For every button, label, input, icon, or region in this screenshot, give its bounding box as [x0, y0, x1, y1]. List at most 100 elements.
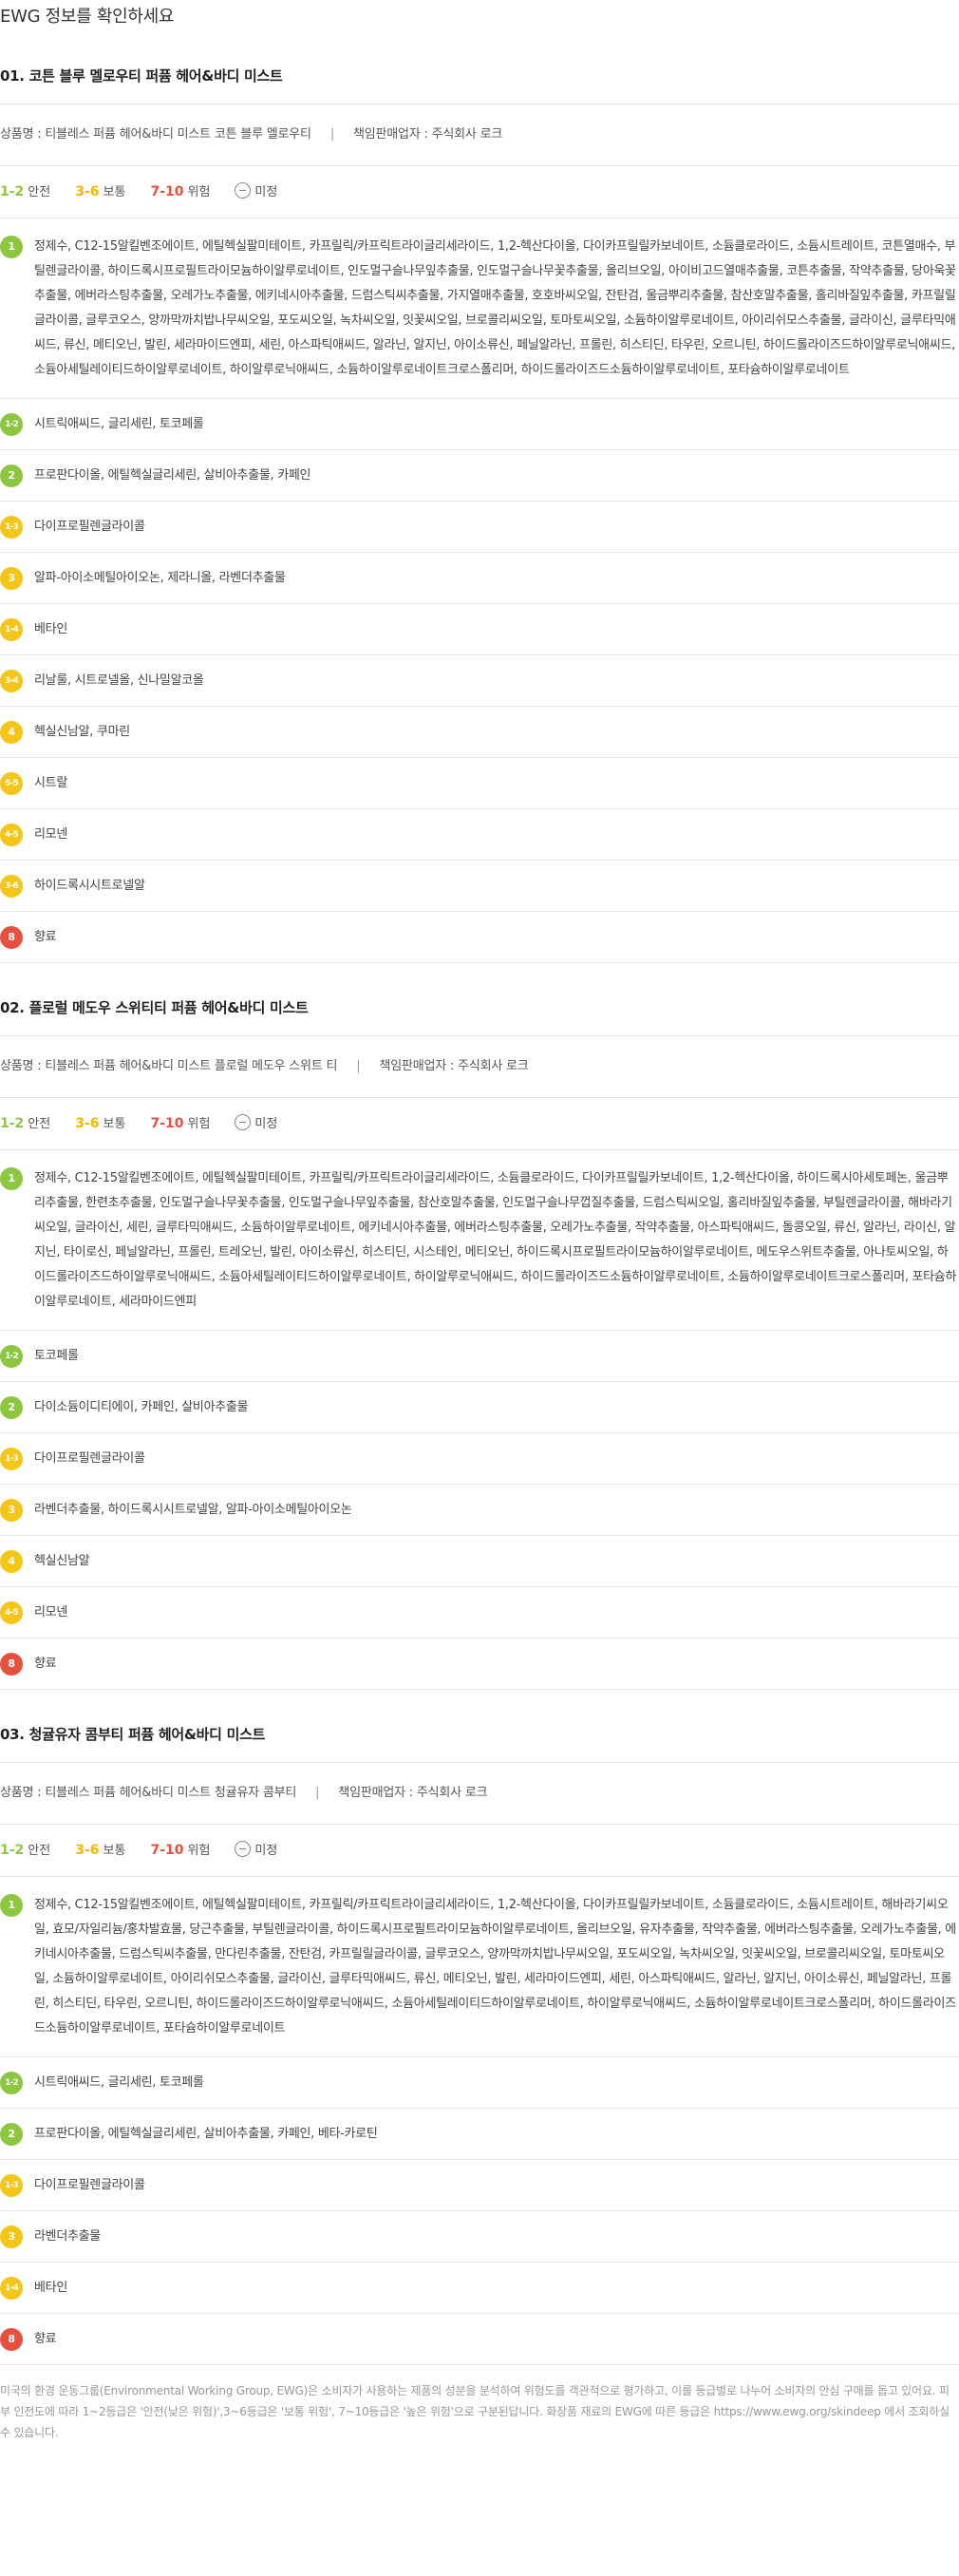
ingredient-list: 정제수, C12-15알킬벤조에이트, 에틸헥실팔미테이트, 카프릴릭/카프릭트…: [34, 1898, 956, 2036]
minus-circle-icon: [235, 182, 252, 199]
legend-safe-label: 안전: [28, 185, 51, 199]
ingredient-list: 베타인: [34, 2281, 67, 2295]
product-title: 03. 청귤유자 콤부티 퍼퓸 헤어&바디 미스트: [0, 1726, 266, 1743]
ingredient-list: 향료: [34, 2332, 57, 2346]
legend-unknown: 미정: [235, 1099, 277, 1150]
product-name: 상품명 : 티블레스 퍼퓸 헤어&바디 미스트 청귤유자 콤부티: [0, 1786, 297, 1800]
ingredient-row: 2 다이소듐이디티에이, 카페인, 살비아추출물: [0, 1382, 959, 1433]
ingredient-row: 1-3 다이프로필렌글라이콜: [0, 1433, 959, 1485]
legend-high-range: 7-10: [150, 1116, 184, 1131]
ingredient-list: 시트릭애씨드, 글리세린, 토코페롤: [34, 417, 204, 431]
legend-high-range: 7-10: [150, 184, 184, 199]
product-seller: 책임판매업자 : 주식회사 로크: [379, 1059, 529, 1073]
grade-badge: 1: [0, 236, 23, 258]
grade-badge: 3: [0, 567, 23, 590]
grade-badge: 4: [0, 1550, 23, 1573]
grade-badge: 3-4: [0, 670, 23, 692]
ingredient-row: 1-3 다이프로필렌글라이콜: [0, 502, 959, 553]
ingredient-list: 프로판다이올, 에틸헥실글리세린, 살비아추출물, 카페인: [34, 468, 311, 483]
grade-badge: 1-3: [0, 516, 23, 539]
ingredient-row: 3-4 리날룰, 시트로넬올, 신나밀알코올: [0, 655, 959, 707]
ingredient-row: 1-4 베타인: [0, 604, 959, 655]
grade-badge: 5-5: [0, 772, 23, 795]
product-info: 상품명 : 티블레스 퍼퓸 헤어&바디 미스트 플로럴 메도우 스위트 티 | 책임…: [0, 1035, 959, 1098]
minus-circle-icon: [235, 1841, 252, 1857]
ingredient-list: 향료: [34, 930, 57, 944]
legend-high: 7-10 위험: [150, 1098, 210, 1150]
ingredient-list: 다이소듐이디티에이, 카페인, 살비아추출물: [34, 1400, 249, 1414]
ingredient-row: 1 정제수, C12-15알킬벤조에이트, 에틸헥실팔미테이트, 카프릴릭/카프릭…: [0, 218, 959, 399]
legend-mid-label: 보통: [103, 1844, 126, 1858]
legend-mid-range: 3-6: [75, 184, 100, 199]
ingredient-list: 다이프로필렌글라이콜: [34, 1451, 145, 1466]
ewg-legend: 1-2 안전 3-6 보통 7-10 위험 미정: [0, 166, 959, 218]
minus-circle-icon: [235, 1114, 252, 1130]
grade-badge: 8: [0, 1653, 23, 1676]
ingredient-row: 1-4 베타인: [0, 2263, 959, 2314]
ingredient-row: 1 정제수, C12-15알킬벤조에이트, 에틸헥실팔미테이트, 카프릴릭/카프릭…: [0, 1150, 959, 1331]
info-separator: |: [356, 1059, 361, 1073]
ingredient-row: 4-5 리모넨: [0, 809, 959, 861]
ingredient-list: 리모넨: [34, 827, 67, 842]
ingredient-row: 8 향료: [0, 912, 959, 963]
ingredient-row: 3 알파-아이소메틸아이오논, 제라니올, 라벤더추출물: [0, 553, 959, 604]
ingredient-list: 다이프로필렌글라이콜: [34, 2178, 145, 2192]
grade-badge: 1: [0, 1167, 23, 1190]
ingredient-list: 알파-아이소메틸아이오논, 제라니올, 라벤더추출물: [34, 571, 286, 585]
grade-badge: 8: [0, 2328, 23, 2351]
ewg-legend: 1-2 안전 3-6 보통 7-10 위험 미정: [0, 1098, 959, 1150]
ingredient-row: 4-5 리모넨: [0, 1587, 959, 1638]
product-section: 01. 코튼 블루 멜로우티 퍼퓸 헤어&바디 미스트 상품명 : 티블레스 퍼퓸…: [0, 31, 959, 963]
ingredient-row: 1-3 다이프로필렌글라이콜: [0, 2160, 959, 2211]
product-seller: 책임판매업자 : 주식회사 로크: [353, 127, 503, 142]
info-separator: |: [329, 127, 335, 142]
legend-mid: 3-6 보통: [75, 166, 125, 218]
legend-unknown: 미정: [235, 1826, 277, 1877]
grade-badge: 1-4: [0, 2277, 23, 2300]
product-list: 01. 코튼 블루 멜로우티 퍼퓸 헤어&바디 미스트 상품명 : 티블레스 퍼퓸…: [0, 31, 959, 2365]
legend-safe-range: 1-2: [0, 1116, 25, 1131]
ingredient-row: 1-2 토코페롤: [0, 1331, 959, 1382]
ingredient-list: 정제수, C12-15알킬벤조에이트, 에틸헥실팔미테이트, 카프릴릭/카프릭트…: [34, 1171, 957, 1309]
ingredient-row: 3-6 하이드록시시트로넬알: [0, 861, 959, 912]
legend-unknown: 미정: [235, 167, 277, 218]
legend-high-label: 위험: [187, 1844, 211, 1858]
product-section: 03. 청귤유자 콤부티 퍼퓸 헤어&바디 미스트상품명 : 티블레스 퍼퓸 헤…: [0, 1690, 959, 2365]
legend-mid-label: 보통: [103, 185, 126, 199]
grade-badge: 8: [0, 926, 23, 949]
grade-badge: 2: [0, 464, 23, 487]
product-name: 상품명 : 티블레스 퍼퓸 헤어&바디 미스트 플로럴 메도우 스위트 티: [0, 1059, 338, 1073]
ingredient-list: 헥실신남알: [34, 1554, 90, 1568]
product-title: 02. 플로럴 메도우 스위티티 퍼퓸 헤어&바디 미스트: [0, 999, 309, 1016]
ewg-footnote: 미국의 환경 운동그룹(Environmental Working Group,…: [0, 2384, 950, 2439]
page-title: EWG 정보를 확인하세요: [0, 7, 175, 27]
ingredient-row: 4 헥실신남알, 쿠마린: [0, 707, 959, 758]
legend-safe: 1-2 안전: [0, 1825, 50, 1877]
grade-badge: 2: [0, 2123, 23, 2146]
legend-mid-label: 보통: [103, 1117, 126, 1131]
legend-mid-range: 3-6: [75, 1116, 100, 1131]
grade-badge: 1-2: [0, 2072, 23, 2094]
grade-badge: 1-4: [0, 618, 23, 641]
ingredient-row: 1 정제수, C12-15알킬벤조에이트, 에틸헥실팔미테이트, 카프릴릭/카프릭…: [0, 1877, 959, 2057]
info-separator: |: [315, 1786, 320, 1800]
grade-badge: 1-3: [0, 2174, 23, 2197]
product-name: 상품명 : 티블레스 퍼퓸 헤어&바디 미스트 코튼 블루 멜로우티: [0, 127, 311, 142]
ingredient-row: 3 라벤더추출물: [0, 2211, 959, 2263]
ingredient-row: 2 프로판다이올, 에틸헥실글리세린, 살비아추출물, 카페인: [0, 450, 959, 502]
ingredient-list: 시트릭애씨드, 글리세린, 토코페롤: [34, 2075, 204, 2090]
ingredient-list: 라벤더추출물: [34, 2229, 101, 2244]
ingredient-list: 토코페롤: [34, 1349, 79, 1363]
legend-mid: 3-6 보통: [75, 1825, 125, 1877]
ingredient-list: 베타인: [34, 622, 67, 636]
grade-badge: 1: [0, 1894, 23, 1917]
ingredient-list: 리날룰, 시트로넬올, 신나밀알코올: [34, 673, 204, 688]
ingredient-row: 8 향료: [0, 2314, 959, 2365]
grade-badge: 1-3: [0, 1448, 23, 1470]
product-info: 상품명 : 티블레스 퍼퓸 헤어&바디 미스트 청귤유자 콤부티 | 책임판매업자 …: [0, 1762, 959, 1825]
legend-high: 7-10 위험: [150, 1825, 210, 1877]
product-section: 02. 플로럴 메도우 스위티티 퍼퓸 헤어&바디 미스트상품명 : 티블레스 …: [0, 963, 959, 1690]
grade-badge: 3: [0, 2226, 23, 2248]
legend-unknown-label: 미정: [254, 1844, 278, 1858]
grade-badge: 4: [0, 721, 23, 744]
